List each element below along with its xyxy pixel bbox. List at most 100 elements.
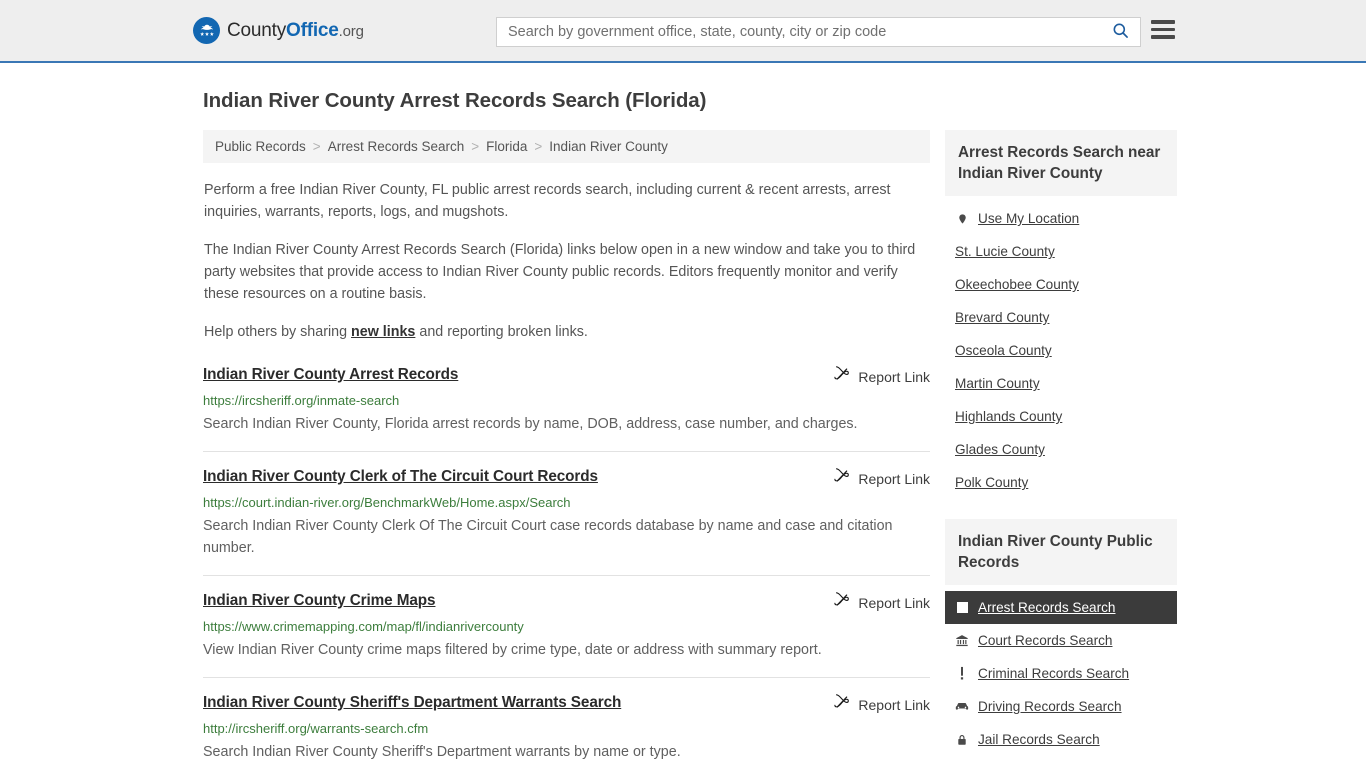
result-title-link[interactable]: Indian River County Sheriff's Department…: [203, 693, 621, 713]
sidebar-item-label: Osceola County: [955, 343, 1052, 358]
breadcrumb-item-1[interactable]: Arrest Records Search: [328, 139, 465, 154]
broken-link-icon: [834, 366, 850, 387]
site-logo[interactable]: CountyOffice.org: [193, 17, 364, 44]
car-icon: [955, 700, 969, 714]
result-url: https://www.crimemapping.com/map/fl/indi…: [203, 619, 524, 634]
sidebar-item-label: Court Records Search: [978, 633, 1113, 648]
sidebar-item-label: Martin County: [955, 376, 1040, 391]
new-links-link[interactable]: new links: [351, 324, 415, 340]
lock-icon: [955, 733, 969, 747]
map-pin-icon: [955, 212, 969, 226]
site-header: CountyOffice.org: [0, 0, 1366, 63]
result-description: Search Indian River County Clerk Of The …: [203, 518, 893, 556]
sidebar-item-criminal-records-search[interactable]: Criminal Records Search: [945, 657, 1177, 690]
result-title-link[interactable]: Indian River County Crime Maps: [203, 591, 436, 611]
public-records-heading: Indian River County Public Records: [945, 519, 1177, 585]
result-item: Indian River County Clerk of The Circuit…: [203, 467, 930, 576]
search-input[interactable]: [497, 18, 1100, 46]
result-url: https://court.indian-river.org/Benchmark…: [203, 495, 571, 510]
exclamation-icon: [955, 666, 969, 681]
result-url: https://ircsheriff.org/inmate-search: [203, 393, 400, 408]
eagle-seal-icon: [193, 17, 220, 44]
logo-text-part2: Office: [286, 19, 339, 41]
square-icon: [955, 601, 969, 615]
public-records-list: Arrest Records Search Court Records Sear…: [945, 591, 1177, 756]
search-icon: [1111, 21, 1130, 43]
sidebar-item-martin-county[interactable]: Martin County: [945, 367, 1177, 400]
sidebar-item-brevard-county[interactable]: Brevard County: [945, 301, 1177, 334]
share-text-before: Help others by sharing: [204, 324, 352, 340]
page-content: Indian River County Arrest Records Searc…: [0, 89, 1366, 768]
result-description: Search Indian River County, Florida arre…: [203, 416, 858, 432]
broken-link-icon: [834, 592, 850, 613]
broken-link-icon: [834, 468, 850, 489]
result-url: http://ircsheriff.org/warrants-search.cf…: [203, 721, 429, 736]
report-link-label: Report Link: [858, 594, 930, 611]
result-item: Indian River County Sheriff's Department…: [203, 693, 930, 768]
sidebar-item-driving-records-search[interactable]: Driving Records Search: [945, 690, 1177, 723]
intro-paragraph-3: Help others by sharing new links and rep…: [204, 321, 930, 343]
sidebar-item-label: Use My Location: [978, 211, 1080, 226]
broken-link-icon: [834, 694, 850, 715]
breadcrumb-item-0[interactable]: Public Records: [215, 139, 306, 154]
sidebar-item-label: Jail Records Search: [978, 732, 1100, 747]
sidebar-item-highlands-county[interactable]: Highlands County: [945, 400, 1177, 433]
site-logo-text: CountyOffice.org: [227, 20, 364, 42]
intro-paragraph-1: Perform a free Indian River County, FL p…: [204, 182, 891, 220]
sidebar-item-arrest-records-search[interactable]: Arrest Records Search: [945, 591, 1177, 624]
report-link-label: Report Link: [858, 368, 930, 385]
sidebar-item-label: Arrest Records Search: [978, 600, 1116, 615]
sidebar-item-okeechobee-county[interactable]: Okeechobee County: [945, 268, 1177, 301]
sidebar-item-label: Brevard County: [955, 310, 1050, 325]
result-description: Search Indian River County Sheriff's Dep…: [203, 744, 681, 760]
sidebar-item-glades-county[interactable]: Glades County: [945, 433, 1177, 466]
nearby-records-list: Use My Location St. Lucie County Okeecho…: [945, 202, 1177, 499]
sidebar: Arrest Records Search near Indian River …: [945, 130, 1177, 768]
intro-paragraph-2: The Indian River County Arrest Records S…: [204, 242, 916, 302]
hamburger-bar: [1151, 27, 1175, 31]
page-title: Indian River County Arrest Records Searc…: [203, 89, 707, 112]
main-column: Public Records > Arrest Records Search >…: [203, 130, 930, 768]
report-link-label: Report Link: [858, 696, 930, 713]
breadcrumb-item-3[interactable]: Indian River County: [549, 139, 668, 154]
results-list: Indian River County Arrest Records Repor…: [203, 365, 930, 768]
sidebar-item-label: Driving Records Search: [978, 699, 1122, 714]
report-link-button[interactable]: Report Link: [834, 591, 930, 613]
result-item: Indian River County Crime Maps Report Li…: [203, 591, 930, 678]
sidebar-item-label: Glades County: [955, 442, 1045, 457]
sidebar-item-label: Criminal Records Search: [978, 666, 1130, 681]
hamburger-bar: [1151, 35, 1175, 39]
report-link-button[interactable]: Report Link: [834, 693, 930, 715]
sidebar-item-polk-county[interactable]: Polk County: [945, 466, 1177, 499]
report-link-button[interactable]: Report Link: [834, 467, 930, 489]
breadcrumb: Public Records > Arrest Records Search >…: [203, 130, 930, 163]
hamburger-menu-icon[interactable]: [1151, 20, 1175, 39]
search-button[interactable]: [1100, 18, 1140, 46]
sidebar-item-osceola-county[interactable]: Osceola County: [945, 334, 1177, 367]
breadcrumb-item-2[interactable]: Florida: [486, 139, 527, 154]
report-link-button[interactable]: Report Link: [834, 365, 930, 387]
sidebar-item-court-records-search[interactable]: Court Records Search: [945, 624, 1177, 657]
result-item: Indian River County Arrest Records Repor…: [203, 365, 930, 452]
sidebar-item-jail-records-search[interactable]: Jail Records Search: [945, 723, 1177, 756]
sidebar-item-use-my-location[interactable]: Use My Location: [945, 202, 1177, 235]
courthouse-icon: [955, 634, 969, 648]
sidebar-item-label: St. Lucie County: [955, 244, 1055, 259]
hamburger-bar: [1151, 20, 1175, 24]
breadcrumb-separator: >: [534, 139, 543, 154]
logo-text-part3: .org: [338, 22, 364, 40]
sidebar-item-st-lucie-county[interactable]: St. Lucie County: [945, 235, 1177, 268]
breadcrumb-separator: >: [312, 139, 321, 154]
logo-text-part1: County: [227, 19, 287, 41]
result-description: View Indian River County crime maps filt…: [203, 642, 822, 658]
public-records-box: Indian River County Public Records Arres…: [945, 519, 1177, 756]
result-title-link[interactable]: Indian River County Arrest Records: [203, 365, 458, 385]
result-title-link[interactable]: Indian River County Clerk of The Circuit…: [203, 467, 598, 487]
sidebar-divider: [945, 499, 1177, 519]
nearby-records-box: Arrest Records Search near Indian River …: [945, 130, 1177, 499]
search-bar[interactable]: [496, 17, 1141, 47]
share-text-after: and reporting broken links.: [415, 324, 588, 340]
breadcrumb-separator: >: [471, 139, 480, 154]
sidebar-item-label: Okeechobee County: [955, 277, 1079, 292]
sidebar-item-label: Polk County: [955, 475, 1029, 490]
